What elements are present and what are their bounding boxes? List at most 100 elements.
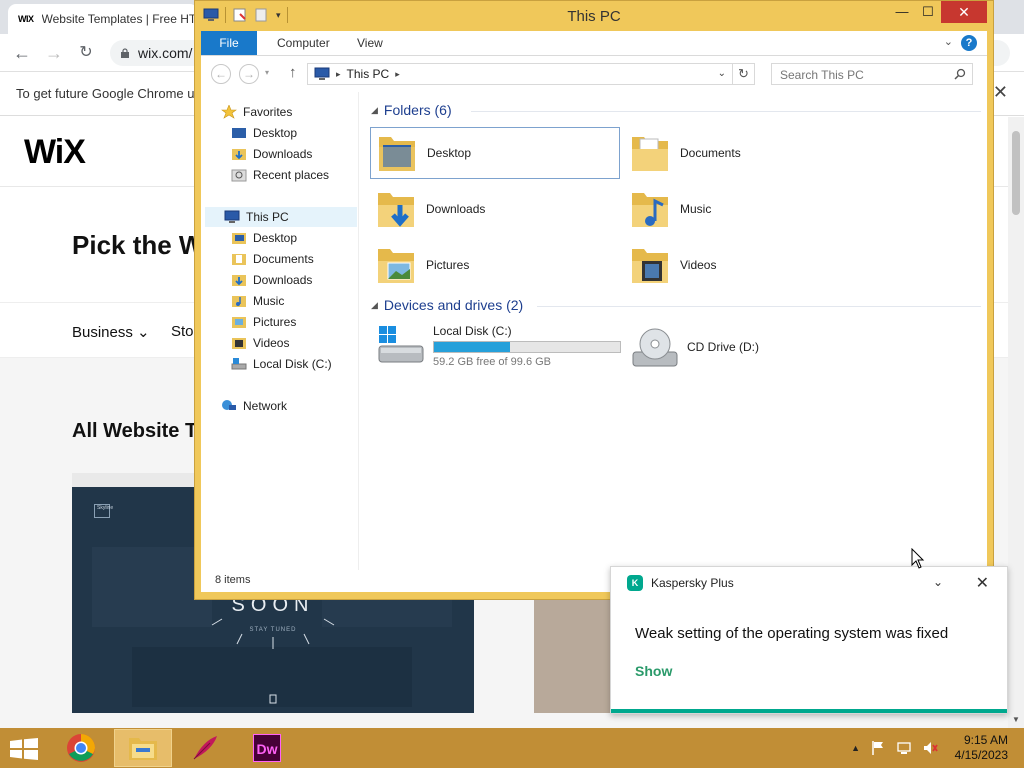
collapse-group-icon[interactable]: ◢	[371, 300, 378, 311]
back-arrow-icon[interactable]: ←	[211, 64, 231, 84]
clock[interactable]: 9:15 AM 4/15/2023	[955, 733, 1008, 763]
folder-videos[interactable]: Videos	[624, 239, 874, 291]
item-count: 8 items	[215, 574, 251, 586]
downloads-folder-icon	[378, 193, 414, 227]
windows-start-icon[interactable]	[10, 738, 38, 760]
lock-icon	[121, 48, 129, 58]
collapse-group-icon[interactable]: ◢	[371, 105, 378, 116]
wix-logo[interactable]: WiX	[24, 133, 86, 172]
chrome-tab-title: Website Templates | Free HT	[41, 12, 197, 26]
up-arrow-icon[interactable]: ↑	[289, 64, 297, 81]
address-bar-row: ← → ▾ ↑ ▸ This PC ▸ ⌄ ↻ Search This PC	[201, 56, 987, 92]
nav-pc-videos[interactable]: Videos	[231, 333, 289, 353]
nav-pc-downloads[interactable]: Downloads	[231, 270, 312, 290]
scrollbar-thumb[interactable]	[1012, 131, 1020, 215]
category-store[interactable]: Sto	[171, 323, 194, 340]
documents-folder-icon	[232, 254, 246, 265]
forward-icon[interactable]: →	[42, 42, 66, 64]
dreamweaver-icon: Dw	[253, 734, 281, 762]
flag-icon[interactable]	[870, 740, 886, 756]
search-placeholder: Search This PC	[780, 68, 864, 82]
drive-local-disk-c[interactable]: Local Disk (C:) 59.2 GB free of 99.6 GB	[377, 324, 621, 368]
breadcrumb-separator-icon[interactable]: ▸	[336, 69, 341, 80]
help-icon[interactable]: ?	[961, 35, 977, 51]
nav-recent-places[interactable]: Recent places	[231, 165, 329, 185]
expand-ribbon-icon[interactable]: ⌄	[944, 35, 953, 48]
file-explorer-icon	[129, 738, 157, 760]
desktop-icon	[232, 128, 246, 138]
documents-folder-icon	[632, 137, 668, 171]
nav-pc-local-disk[interactable]: Local Disk (C:)	[231, 354, 332, 374]
downloads-folder-icon	[232, 275, 246, 286]
recent-locations-icon[interactable]: ▾	[265, 68, 269, 77]
nav-favorites-desktop[interactable]: Desktop	[231, 123, 297, 143]
cd-drive-icon	[632, 328, 678, 367]
folder-desktop[interactable]: Desktop	[370, 127, 620, 179]
section-title: All Website T	[72, 420, 198, 442]
show-hidden-icons-icon[interactable]: ▲	[851, 743, 860, 753]
nav-pc-desktop[interactable]: Desktop	[231, 228, 297, 248]
breadcrumb[interactable]: This PC	[347, 67, 390, 81]
nav-pc-documents[interactable]: Documents	[231, 249, 314, 269]
taskbar-feather-app[interactable]	[176, 729, 234, 767]
forward-arrow-icon[interactable]: →	[239, 64, 259, 84]
nav-this-pc[interactable]: This PC	[205, 207, 357, 227]
nav-network[interactable]: Network	[221, 396, 287, 416]
videos-folder-icon	[232, 338, 246, 349]
folder-music[interactable]: Music	[624, 183, 874, 235]
search-input[interactable]: Search This PC	[771, 63, 973, 85]
computer-icon	[314, 67, 330, 80]
chevron-down-icon[interactable]: ⌄	[933, 575, 943, 589]
tab-view[interactable]: View	[345, 31, 395, 55]
nav-favorites-downloads[interactable]: Downloads	[231, 144, 312, 164]
folders-group-header[interactable]: ◢ Folders (6)	[371, 102, 452, 118]
file-explorer-window: ▾ This PC — ☐ ✕ File Computer View ⌄ ? ←…	[194, 0, 994, 600]
show-button[interactable]: Show	[635, 663, 672, 679]
nav-pc-pictures[interactable]: Pictures	[231, 312, 296, 332]
back-icon[interactable]: ←	[10, 42, 34, 64]
notification-message: Weak setting of the operating system was…	[635, 625, 949, 642]
group-divider	[537, 306, 981, 307]
breadcrumb-separator-icon[interactable]: ▸	[395, 69, 400, 80]
window-title: This PC	[567, 8, 621, 25]
page-scrollbar[interactable]: ▼	[1008, 117, 1024, 728]
taskbar-chrome[interactable]	[52, 729, 110, 767]
template-label: Skyline	[94, 504, 113, 518]
address-dropdown-icon[interactable]: ⌄	[718, 68, 726, 79]
reload-icon[interactable]: ↻	[74, 42, 98, 64]
nav-favorites[interactable]: Favorites	[221, 102, 292, 122]
file-list-pane: ◢ Folders (6) Desktop Documents Download…	[361, 92, 987, 570]
network-status-icon[interactable]	[896, 740, 912, 756]
close-icon[interactable]: ✕	[976, 573, 989, 593]
folder-downloads[interactable]: Downloads	[370, 183, 620, 235]
taskbar-file-explorer[interactable]	[114, 729, 172, 767]
tab-file[interactable]: File	[201, 31, 257, 55]
volume-muted-icon[interactable]	[922, 740, 938, 756]
explorer-titlebar[interactable]: ▾ This PC — ☐ ✕	[195, 1, 993, 31]
kaspersky-logo-icon: K	[627, 575, 643, 591]
folder-pictures[interactable]: Pictures	[370, 239, 620, 291]
pictures-folder-icon	[378, 249, 414, 283]
drive-details: Local Disk (C:) 59.2 GB free of 99.6 GB	[433, 324, 621, 368]
nav-pc-music[interactable]: Music	[231, 291, 284, 311]
close-window-button[interactable]: ✕	[941, 1, 987, 23]
navigation-pane: Favorites Desktop Downloads Recent place…	[201, 92, 359, 570]
chrome-tab[interactable]: WIX Website Templates | Free HT	[8, 4, 198, 34]
minimize-icon[interactable]: —	[889, 1, 915, 23]
search-icon[interactable]	[954, 68, 966, 80]
drives-group-header[interactable]: ◢ Devices and drives (2)	[371, 297, 523, 313]
scroll-down-icon[interactable]: ▼	[1012, 715, 1020, 724]
system-tray: ▲	[851, 740, 938, 756]
address-field[interactable]: ▸ This PC ▸ ⌄	[307, 63, 733, 85]
taskbar-dreamweaver[interactable]: Dw	[238, 729, 296, 767]
notification-header: K Kaspersky Plus	[627, 575, 734, 591]
folder-documents[interactable]: Documents	[624, 127, 874, 179]
tab-computer[interactable]: Computer	[265, 31, 342, 55]
category-business[interactable]: Business ⌄	[72, 323, 150, 341]
drive-cd-d[interactable]: CD Drive (D:)	[631, 326, 759, 370]
maximize-icon[interactable]: ☐	[915, 1, 941, 23]
recent-places-icon	[231, 169, 247, 182]
refresh-icon[interactable]: ↻	[733, 63, 755, 85]
explorer-content: Favorites Desktop Downloads Recent place…	[201, 92, 987, 592]
close-icon[interactable]: ✕	[993, 82, 1008, 103]
